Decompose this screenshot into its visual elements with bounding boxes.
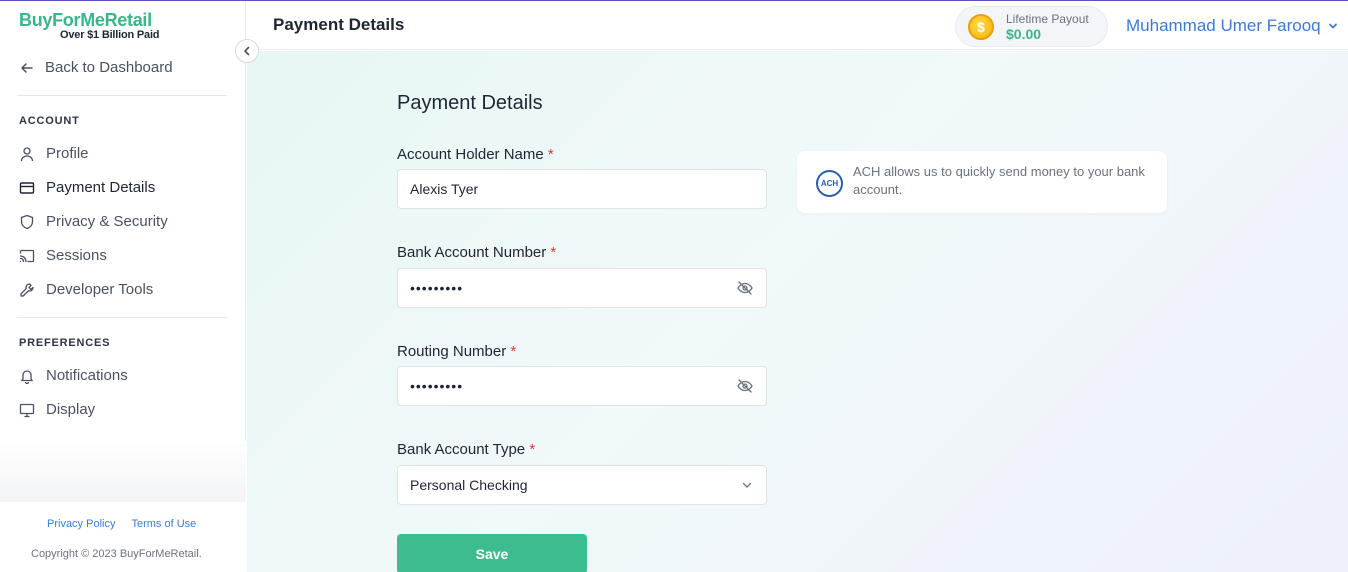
- routing-number-field[interactable]: •••••••••: [397, 366, 767, 406]
- required-mark: *: [529, 441, 536, 458]
- sidebar: BuyForMeRetail Over $1 Billion Paid Back…: [0, 1, 246, 572]
- sidebar-item-payment-details[interactable]: Payment Details: [19, 179, 155, 196]
- sidebar-item-notifications[interactable]: Notifications: [19, 367, 128, 384]
- routing-number-label: Routing Number *: [397, 343, 516, 360]
- brand-name: BuyForMeRetail: [19, 10, 152, 30]
- top-header: Payment Details $ Lifetime Payout $0.00 …: [247, 1, 1348, 50]
- sidebar-item-label: Developer Tools: [46, 281, 154, 298]
- shield-icon: [19, 214, 35, 230]
- sidebar-item-profile[interactable]: Profile: [19, 145, 89, 162]
- save-button[interactable]: Save: [397, 534, 587, 572]
- chevron-down-icon: [1327, 20, 1339, 32]
- bank-account-type-label: Bank Account Type *: [397, 441, 535, 458]
- required-mark: *: [547, 146, 554, 163]
- coin-icon: $: [968, 14, 994, 40]
- monitor-icon: [19, 402, 35, 418]
- cast-icon: [19, 248, 35, 264]
- back-to-dashboard-link[interactable]: Back to Dashboard: [19, 59, 173, 76]
- sidebar-item-label: Sessions: [46, 247, 107, 264]
- lifetime-payout-badge[interactable]: $ Lifetime Payout $0.00: [955, 6, 1108, 47]
- payout-label: Lifetime Payout: [1006, 12, 1089, 26]
- eye-off-icon[interactable]: [736, 279, 754, 297]
- routing-label-text: Routing Number: [397, 343, 507, 360]
- bank-account-label-text: Bank Account Number: [397, 244, 547, 261]
- bank-account-type-select[interactable]: Personal Checking: [397, 465, 767, 505]
- terms-of-use-link[interactable]: Terms of Use: [131, 518, 196, 530]
- collapse-sidebar-button[interactable]: [235, 39, 259, 63]
- required-mark: *: [510, 343, 517, 360]
- account-section-label: ACCOUNT: [19, 115, 80, 127]
- sidebar-item-sessions[interactable]: Sessions: [19, 247, 107, 264]
- sidebar-item-label: Privacy & Security: [46, 213, 168, 230]
- bank-account-number-value: •••••••••: [410, 280, 464, 296]
- sidebar-footer: Privacy Policy Terms of Use Copyright © …: [0, 502, 246, 572]
- page-title: Payment Details: [273, 15, 405, 34]
- sidebar-fade: [0, 441, 246, 503]
- chevron-left-icon: [241, 45, 253, 57]
- user-icon: [19, 146, 35, 162]
- sidebar-item-privacy-security[interactable]: Privacy & Security: [19, 213, 168, 230]
- eye-off-icon[interactable]: [736, 377, 754, 395]
- copyright-text: Copyright © 2023 BuyForMeRetail.: [31, 548, 202, 560]
- footer-links: Privacy Policy Terms of Use: [47, 518, 196, 530]
- sidebar-item-display[interactable]: Display: [19, 401, 95, 418]
- account-holder-label: Account Holder Name *: [397, 146, 554, 163]
- bank-account-type-value: Personal Checking: [410, 477, 528, 493]
- sidebar-divider: [17, 317, 227, 318]
- sidebar-item-label: Profile: [46, 145, 89, 162]
- account-type-label-text: Bank Account Type: [397, 441, 526, 458]
- account-holder-value: Alexis Tyer: [410, 181, 479, 197]
- payout-value: $0.00: [1006, 26, 1042, 42]
- chevron-down-icon: [740, 478, 754, 492]
- user-name: Muhammad Umer Farooq: [1126, 16, 1321, 35]
- ach-icon: ACH: [816, 170, 843, 197]
- card-icon: [19, 180, 35, 196]
- sidebar-divider: [17, 95, 227, 96]
- bell-icon: [19, 368, 35, 384]
- back-to-dashboard-label: Back to Dashboard: [45, 59, 173, 76]
- bank-account-number-label: Bank Account Number *: [397, 244, 556, 261]
- wrench-icon: [19, 282, 35, 298]
- user-menu[interactable]: Muhammad Umer Farooq: [1126, 16, 1339, 36]
- brand-logo[interactable]: BuyForMeRetail Over $1 Billion Paid: [19, 10, 160, 41]
- account-holder-label-text: Account Holder Name: [397, 146, 544, 163]
- ach-info-text: ACH allows us to quickly send money to y…: [853, 164, 1145, 197]
- privacy-policy-link[interactable]: Privacy Policy: [47, 518, 115, 530]
- account-holder-field[interactable]: Alexis Tyer: [397, 169, 767, 209]
- routing-number-value: •••••••••: [410, 378, 464, 394]
- sidebar-item-label: Display: [46, 401, 96, 418]
- sidebar-item-label: Notifications: [46, 367, 128, 384]
- preferences-section-label: PREFERENCES: [19, 337, 111, 349]
- sidebar-item-developer-tools[interactable]: Developer Tools: [19, 281, 153, 298]
- arrow-left-icon: [19, 60, 35, 76]
- sidebar-item-label: Payment Details: [46, 179, 156, 196]
- brand-tagline: Over $1 Billion Paid: [60, 29, 160, 41]
- bank-account-number-field[interactable]: •••••••••: [397, 268, 767, 308]
- ach-info-card: ACH ACH allows us to quickly send money …: [797, 151, 1167, 213]
- required-mark: *: [550, 244, 557, 261]
- form-title: Payment Details: [397, 92, 543, 114]
- main-content: Payment Details Account Holder Name * Al…: [247, 51, 1348, 572]
